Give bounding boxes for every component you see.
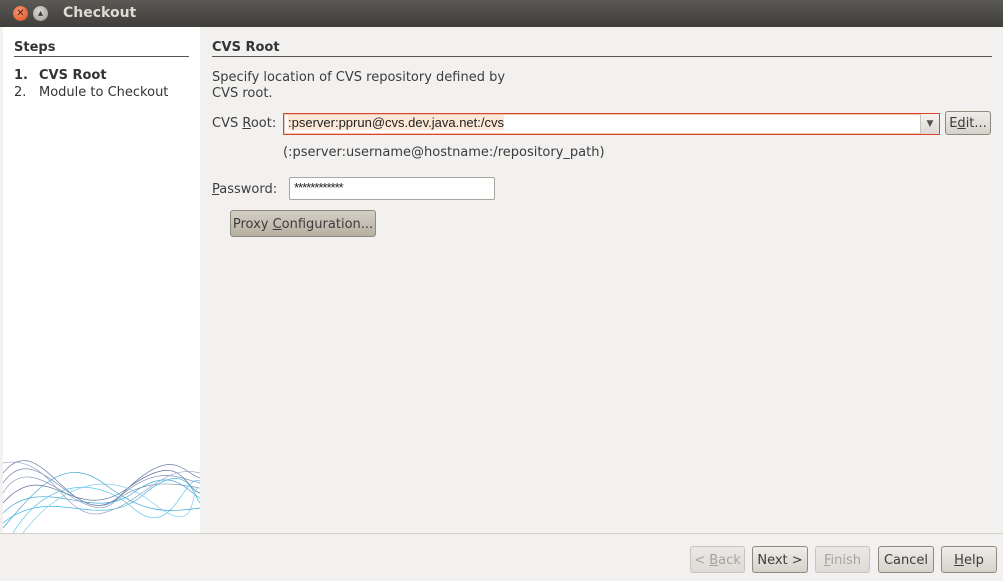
decorative-swirl-image bbox=[3, 460, 200, 533]
cvs-root-value[interactable]: :pserver:pprun@cvs.dev.java.net:/cvs bbox=[288, 115, 504, 130]
window-title: Checkout bbox=[63, 5, 137, 21]
password-label: Password: bbox=[212, 182, 278, 197]
cvs-root-combobox[interactable]: :pserver:pprun@cvs.dev.java.net:/cvs ▼ bbox=[283, 113, 940, 135]
next-button[interactable]: Next > bbox=[752, 546, 808, 573]
section-description: Specify location of CVS repository defin… bbox=[212, 70, 506, 101]
finish-button[interactable]: Finish bbox=[815, 546, 870, 573]
step-label: Module to Checkout bbox=[39, 85, 169, 100]
proxy-configuration-button[interactable]: Proxy Configuration... bbox=[230, 210, 376, 237]
steps-divider bbox=[14, 56, 189, 57]
steps-title: Steps bbox=[14, 40, 56, 55]
back-button[interactable]: < Back bbox=[690, 546, 745, 573]
cvs-root-label: CVS Root: bbox=[212, 116, 277, 131]
password-field[interactable]: ************ bbox=[289, 177, 495, 200]
close-icon[interactable]: ✕ bbox=[13, 6, 28, 21]
password-value[interactable]: ************ bbox=[294, 180, 344, 195]
step-label: CVS Root bbox=[39, 68, 107, 83]
step-number: 1. bbox=[14, 68, 28, 83]
checkout-dialog: ✕ ▴ Checkout Steps 1. CVS Root 2. Module t… bbox=[0, 0, 1003, 581]
step-item-cvs-root: 1. CVS Root bbox=[14, 68, 107, 83]
maximize-icon[interactable]: ▴ bbox=[33, 6, 48, 21]
dropdown-arrow-icon[interactable]: ▼ bbox=[920, 114, 939, 134]
help-button[interactable]: Help bbox=[941, 546, 997, 573]
section-divider bbox=[212, 56, 992, 57]
cancel-button[interactable]: Cancel bbox=[878, 546, 934, 573]
edit-button[interactable]: Edit... bbox=[945, 111, 991, 135]
section-title: CVS Root bbox=[212, 40, 280, 55]
step-item-module-to-checkout: 2. Module to Checkout bbox=[14, 85, 168, 100]
title-bar: ✕ ▴ Checkout bbox=[0, 0, 1003, 27]
steps-panel: Steps 1. CVS Root 2. Module to Checkout bbox=[3, 27, 200, 533]
cvs-root-format-hint: (:pserver:username@hostname:/repository_… bbox=[283, 145, 605, 160]
step-number: 2. bbox=[14, 85, 27, 100]
footer-divider bbox=[0, 533, 1003, 534]
